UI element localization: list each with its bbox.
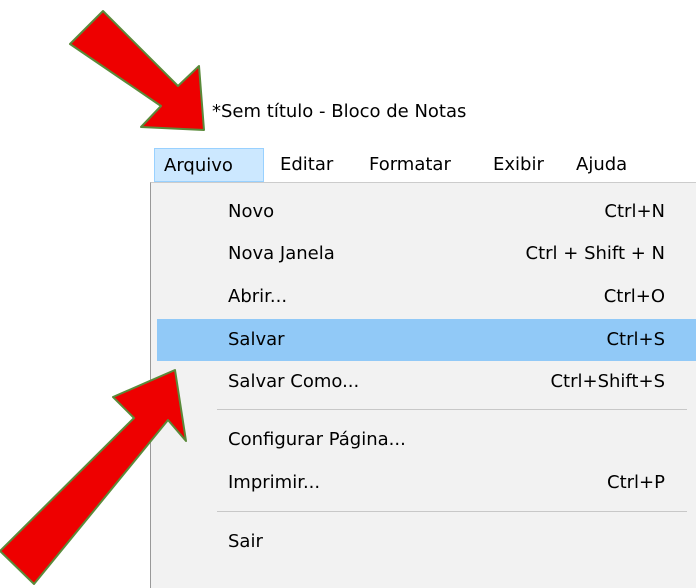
window-title: *Sem título - Bloco de Notas bbox=[212, 101, 467, 122]
menu-item-novo[interactable]: Novo Ctrl+N bbox=[157, 191, 696, 233]
menu-item-configurar-pagina[interactable]: Configurar Página... bbox=[157, 419, 696, 461]
menu-item-shortcut: Ctrl+S bbox=[606, 329, 665, 350]
menu-item-label: Salvar Como... bbox=[228, 371, 360, 392]
menu-ajuda[interactable]: Ajuda bbox=[576, 148, 627, 182]
menu-item-shortcut: Ctrl+N bbox=[604, 201, 665, 222]
menu-separator bbox=[217, 409, 687, 410]
menu-item-label: Abrir... bbox=[228, 286, 288, 307]
red-arrow-icon bbox=[69, 10, 205, 131]
menu-item-nova-janela[interactable]: Nova Janela Ctrl + Shift + N bbox=[157, 233, 696, 275]
menu-arquivo[interactable]: Arquivo bbox=[154, 148, 264, 182]
menu-item-label: Novo bbox=[228, 201, 275, 222]
menu-item-salvar[interactable]: Salvar Ctrl+S bbox=[157, 319, 696, 361]
notepad-screenshot: *Sem título - Bloco de Notas Arquivo Edi… bbox=[0, 0, 696, 588]
menu-item-salvar-como[interactable]: Salvar Como... Ctrl+Shift+S bbox=[157, 361, 696, 403]
menu-item-shortcut: Ctrl+Shift+S bbox=[550, 371, 665, 392]
menu-formatar[interactable]: Formatar bbox=[369, 148, 451, 182]
menu-item-label: Salvar bbox=[228, 329, 285, 350]
menu-item-shortcut: Ctrl+P bbox=[607, 472, 665, 493]
file-menu-dropdown: Novo Ctrl+N Nova Janela Ctrl + Shift + N… bbox=[150, 182, 696, 588]
menu-separator bbox=[217, 511, 687, 512]
menu-item-label: Configurar Página... bbox=[228, 429, 406, 450]
menu-item-shortcut: Ctrl + Shift + N bbox=[525, 243, 665, 264]
menu-item-label: Imprimir... bbox=[228, 472, 321, 493]
menu-editar[interactable]: Editar bbox=[280, 148, 333, 182]
menu-item-shortcut: Ctrl+O bbox=[603, 286, 665, 307]
menu-item-label: Sair bbox=[228, 531, 263, 552]
menu-exibir[interactable]: Exibir bbox=[493, 148, 544, 182]
menu-item-label: Nova Janela bbox=[228, 243, 335, 264]
menu-item-imprimir[interactable]: Imprimir... Ctrl+P bbox=[157, 462, 696, 504]
menu-item-abrir[interactable]: Abrir... Ctrl+O bbox=[157, 276, 696, 318]
menu-bar: Arquivo Editar Formatar Exibir Ajuda bbox=[154, 148, 696, 182]
menu-item-sair[interactable]: Sair bbox=[157, 521, 696, 563]
